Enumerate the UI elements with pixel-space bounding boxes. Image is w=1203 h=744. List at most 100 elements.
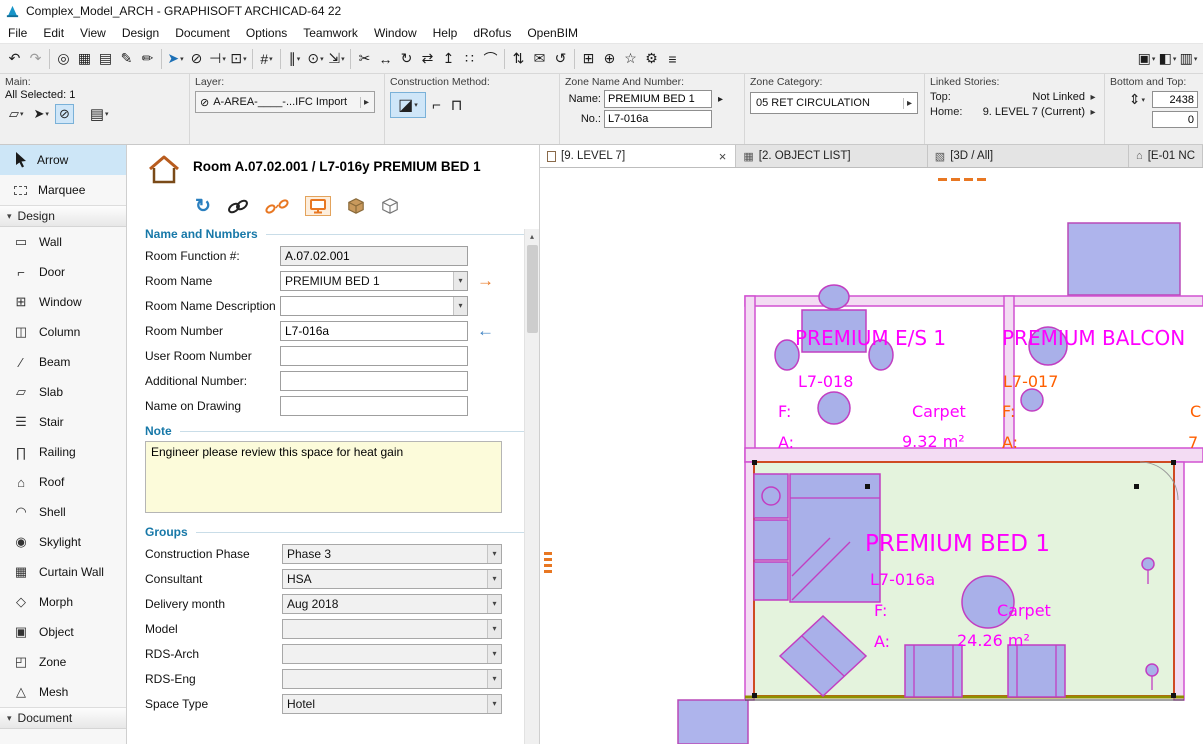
space-type-select[interactable]: Hotel▾	[282, 694, 502, 714]
tool-skylight[interactable]: ◉Skylight	[0, 527, 126, 557]
home-story-selector[interactable]: 9. LEVEL 7 (Current)▸	[983, 106, 1099, 118]
toolbox-design-header[interactable]: ▾ Design	[0, 205, 126, 227]
plan-canvas[interactable]: PREMIUM E/S 1 PREMIUM BALCON L7-018 F: C…	[540, 168, 1203, 744]
menu-view[interactable]: View	[72, 23, 114, 43]
scrollbar-thumb[interactable]	[527, 245, 538, 333]
menu-openbim[interactable]: OpenBIM	[519, 23, 586, 43]
favorites-icon[interactable]: ☆	[620, 47, 641, 70]
teamwork-receive-icon[interactable]: ✉	[529, 47, 550, 70]
tool-object[interactable]: ▣Object	[0, 617, 126, 647]
room-name-select[interactable]: PREMIUM BED 1 ▾	[280, 271, 468, 291]
additional-number-input[interactable]	[280, 371, 468, 391]
tool-railing[interactable]: ∏Railing	[0, 437, 126, 467]
adjust-icon[interactable]: ⊡▾	[228, 47, 249, 70]
zone-category-selector[interactable]: 05 RET CIRCULATION ▸	[750, 92, 918, 114]
rotate-icon[interactable]: ↻	[396, 47, 417, 70]
monitor-sync-toggle[interactable]	[305, 196, 331, 216]
arrow-tool-icon[interactable]: ➤▾	[165, 47, 186, 70]
tool-door[interactable]: ⌐Door	[0, 257, 126, 287]
zone-number-input[interactable]	[604, 110, 712, 128]
zone-name-more-button[interactable]: ▸	[715, 93, 726, 106]
menu-help[interactable]: Help	[425, 23, 466, 43]
selection-mode-button[interactable]: ➤▾	[30, 104, 53, 124]
tool-roof[interactable]: ⌂Roof	[0, 467, 126, 497]
tool-mesh[interactable]: △Mesh	[0, 677, 126, 707]
user-room-number-input[interactable]	[280, 346, 468, 366]
saved-views-icon[interactable]: ▤	[95, 47, 116, 70]
tab-3d-all[interactable]: ▧ [3D / All]	[928, 145, 1129, 167]
inject-parameters-icon[interactable]: ✏	[137, 47, 158, 70]
trim-icon[interactable]: ⊘	[186, 47, 207, 70]
grid-views-icon[interactable]: ▥▾	[1178, 47, 1199, 70]
tool-zone[interactable]: ◰Zone	[0, 647, 126, 677]
construction-method-inner-button[interactable]: ⌐	[428, 95, 445, 116]
tool-beam[interactable]: ∕Beam	[0, 347, 126, 377]
quick-options-icon[interactable]: ▣▾	[1136, 47, 1157, 70]
layers-icon[interactable]: ≡	[662, 47, 683, 70]
construction-method-selected-button[interactable]: ◪▾	[390, 92, 426, 118]
fillet-icon[interactable]: ⌒	[480, 47, 501, 70]
zone-name-input[interactable]	[604, 90, 712, 108]
layer-selector[interactable]: ⊘ A-AREA-____-...IFC Import ▸	[195, 91, 375, 113]
tool-arrow[interactable]: Arrow	[0, 145, 126, 175]
tool-column[interactable]: ◫Column	[0, 317, 126, 347]
snap-points-icon[interactable]: ⊙▾	[305, 47, 326, 70]
drofus-sync-icon[interactable]: ↻	[195, 195, 211, 218]
push-to-drofus-arrow[interactable]: →	[477, 272, 494, 289]
snap-grid-icon[interactable]: #▾	[256, 47, 277, 70]
delivery-month-select[interactable]: Aug 2018▾	[282, 594, 502, 614]
menu-document[interactable]: Document	[167, 23, 238, 43]
menu-edit[interactable]: Edit	[35, 23, 72, 43]
close-tab-icon[interactable]: ×	[717, 149, 729, 164]
scissors-icon[interactable]: ✂	[354, 47, 375, 70]
room-number-input[interactable]	[280, 321, 468, 341]
bottom-top-mode-button[interactable]: ⇕▾	[1125, 89, 1149, 110]
top-link-selector[interactable]: Not Linked▸	[1032, 91, 1099, 103]
scroll-up-icon[interactable]: ▴	[525, 229, 539, 241]
note-textarea[interactable]: Engineer please review this space for he…	[145, 441, 502, 513]
menu-window[interactable]: Window	[366, 23, 425, 43]
undo-icon[interactable]: ↶	[4, 47, 25, 70]
settings-icon[interactable]: ⚙	[641, 47, 662, 70]
zoom-icon[interactable]: ⊕	[599, 47, 620, 70]
multiply-icon[interactable]: ∷	[459, 47, 480, 70]
tab-object-list[interactable]: ▦ [2. OBJECT LIST]	[736, 145, 927, 167]
fit-in-window-icon[interactable]: ⊞	[578, 47, 599, 70]
toolbox-document-header[interactable]: ▾ Document	[0, 707, 126, 729]
link-icon[interactable]	[227, 199, 249, 214]
tool-curtain-wall[interactable]: ▦Curtain Wall	[0, 557, 126, 587]
construction-method-outer-button[interactable]: ⊓	[447, 94, 467, 116]
tool-marquee[interactable]: Marquee	[0, 175, 126, 205]
split-icon[interactable]: ⊣▾	[207, 47, 228, 70]
refresh-icon[interactable]: ↺	[550, 47, 571, 70]
tool-morph[interactable]: ◇Morph	[0, 587, 126, 617]
stretch-icon[interactable]: ↔	[375, 47, 396, 70]
rds-arch-select[interactable]: ▾	[282, 644, 502, 664]
mirror-icon[interactable]: ⇄	[417, 47, 438, 70]
menu-teamwork[interactable]: Teamwork	[295, 23, 366, 43]
find-select-icon[interactable]: ◎	[53, 47, 74, 70]
menu-drofus[interactable]: dRofus	[465, 23, 519, 43]
top-offset-input[interactable]	[1152, 91, 1198, 108]
selection-sets-icon[interactable]: ▦	[74, 47, 95, 70]
menu-options[interactable]: Options	[238, 23, 295, 43]
room-function-input[interactable]	[280, 246, 468, 266]
name-on-drawing-input[interactable]	[280, 396, 468, 416]
tool-stair[interactable]: ☰Stair	[0, 407, 126, 437]
room-name-desc-select[interactable]: ▾	[280, 296, 468, 316]
menu-design[interactable]: Design	[114, 23, 167, 43]
teamwork-send-icon[interactable]: ⇅	[508, 47, 529, 70]
tool-shell[interactable]: ◠Shell	[0, 497, 126, 527]
tab-elevation[interactable]: ⌂ [E-01 NC	[1129, 145, 1203, 167]
pick-up-parameters-icon[interactable]: ✎	[116, 47, 137, 70]
zone-settings-button[interactable]: ▱▾	[5, 104, 28, 124]
elevate-icon[interactable]: ↥	[438, 47, 459, 70]
redo-icon[interactable]: ↷	[25, 47, 46, 70]
3d-view-icon[interactable]: ◧▾	[1157, 47, 1178, 70]
model-select[interactable]: ▾	[282, 619, 502, 639]
outline-cube-icon[interactable]	[381, 197, 399, 215]
bottom-offset-input[interactable]	[1152, 111, 1198, 128]
construction-phase-select[interactable]: Phase 3▾	[282, 544, 502, 564]
tool-window[interactable]: ⊞Window	[0, 287, 126, 317]
gravity-icon[interactable]: ⇲▾	[326, 47, 347, 70]
